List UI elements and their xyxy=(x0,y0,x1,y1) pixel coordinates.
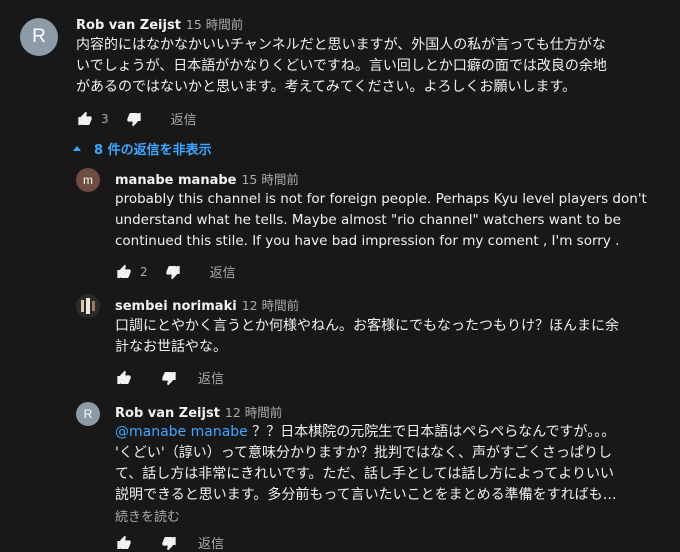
reply-button[interactable]: 返信 xyxy=(171,109,197,128)
like-count: 3 xyxy=(101,111,109,126)
reply-button[interactable]: 返信 xyxy=(198,533,224,552)
reply-actions: 2 返信 xyxy=(115,262,236,281)
thumbs-up-icon[interactable] xyxy=(115,534,133,552)
reply-line-text: ？？日本棋院の元院生で日本語はぺらぺらなんですが。。。 xyxy=(247,424,616,440)
comment-line: 内容的にはなかなかいいチャンネルだと思いますが、外国人の私が言っても仕方がな xyxy=(76,37,606,53)
author-name[interactable]: manabe manabe xyxy=(115,173,236,188)
reply-header: manabe manabe 15 時間前 xyxy=(115,169,299,188)
reply-line: 計なお世話やな。 xyxy=(115,339,227,355)
reply-text: @manabe manabe ？？日本棋院の元院生で日本語はぺらぺらなんですが。… xyxy=(115,422,617,506)
avatar[interactable] xyxy=(76,294,100,318)
reply-text: probably this channel is not for foreign… xyxy=(115,189,647,252)
thumbs-down-icon[interactable] xyxy=(160,369,178,387)
read-more-button[interactable]: 続きを読む xyxy=(115,506,180,525)
reply-line: probably this channel is not for foreign… xyxy=(115,191,647,207)
avatar[interactable]: m xyxy=(76,168,100,192)
reply-actions: 返信 xyxy=(115,368,224,387)
comment-actions: 3 返信 xyxy=(76,109,197,128)
timestamp[interactable]: 15 時間前 xyxy=(186,17,243,32)
thumbs-down-icon[interactable] xyxy=(164,263,182,281)
author-name[interactable]: Rob van Zeijst xyxy=(76,18,181,33)
comment-line: いでしょうが、日本語がかなりくどいですね。言い回しとか口癖の面では改良の余地 xyxy=(76,58,607,74)
thumbs-down-icon[interactable] xyxy=(125,110,143,128)
avatar-letter: R xyxy=(32,26,46,47)
thumbs-up-icon[interactable] xyxy=(115,263,133,281)
reply-button[interactable]: 返信 xyxy=(198,368,224,387)
timestamp[interactable]: 12 時間前 xyxy=(242,298,299,313)
reply-header: sembei norimaki 12 時間前 xyxy=(115,295,299,314)
like-count: 2 xyxy=(140,264,148,279)
comment-header: Rob van Zeijst 15 時間前 xyxy=(76,14,243,33)
comment-text: 内容的にはなかなかいいチャンネルだと思いますが、外国人の私が言っても仕方がな い… xyxy=(76,35,607,98)
avatar-letter: R xyxy=(83,407,93,421)
reply-line: continued this stile. If you have bad im… xyxy=(115,233,620,249)
avatar-image xyxy=(76,294,100,318)
thumbs-down-icon[interactable] xyxy=(160,534,178,552)
reply-header: Rob van Zeijst 12 時間前 xyxy=(115,402,282,421)
mention-link[interactable]: @manabe manabe xyxy=(115,424,248,440)
reply-line: て、話し方は非常にきれいです。ただ、話し手としては話し方によってよりいい xyxy=(115,466,614,482)
thumbs-up-icon[interactable] xyxy=(115,369,133,387)
chevron-up-icon xyxy=(72,141,82,156)
thumbs-up-icon[interactable] xyxy=(76,110,94,128)
reply-text: 口調にとやかく言うとか何様やねん。お客様にでもなったつもりけ？ほんまに余 計なお… xyxy=(115,316,619,358)
reply-line: 'くどい'（諄い）って意味分かりますか？批判ではなく、声がすごくさっぱりし xyxy=(115,445,612,461)
avatar-letter: m xyxy=(83,173,93,187)
reply-button[interactable]: 返信 xyxy=(210,262,236,281)
reply-actions: 返信 xyxy=(115,533,224,552)
avatar[interactable]: R xyxy=(20,18,58,56)
reply-line: understand what he tells. Maybe almost "… xyxy=(115,212,621,228)
timestamp[interactable]: 12 時間前 xyxy=(225,405,282,420)
reply-line: @manabe manabe ？？日本棋院の元院生で日本語はぺらぺらなんですが。… xyxy=(115,422,617,443)
timestamp[interactable]: 15 時間前 xyxy=(241,172,298,187)
author-name[interactable]: Rob van Zeijst xyxy=(115,406,220,421)
hide-replies-label: 8 件の返信を非表示 xyxy=(94,143,212,158)
reply-line: 説明できると思います。多分前もって言いたいことをまとめる準備をすればも… xyxy=(115,487,617,503)
author-name[interactable]: sembei norimaki xyxy=(115,299,237,314)
hide-replies-button[interactable]: 8 件の返信を非表示 xyxy=(72,139,212,158)
avatar[interactable]: R xyxy=(76,402,100,426)
comment-line: があるのではないかと思います。考えてみてください。よろしくお願いします。 xyxy=(76,79,577,95)
reply-line: 口調にとやかく言うとか何様やねん。お客様にでもなったつもりけ？ほんまに余 xyxy=(115,318,619,334)
